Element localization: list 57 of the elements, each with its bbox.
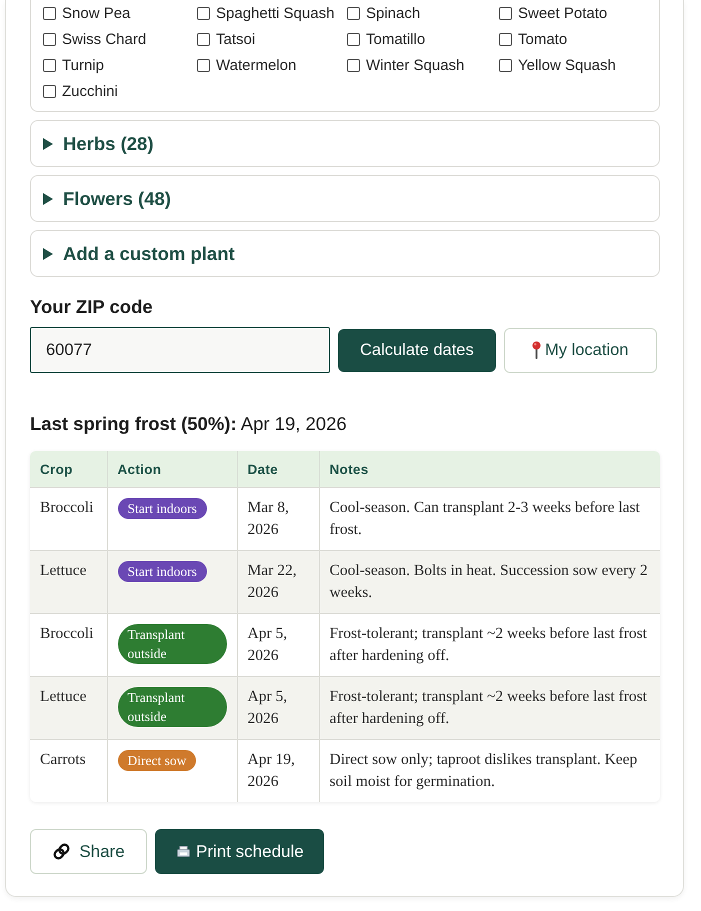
- table-cell: Lettuce: [30, 676, 107, 740]
- checkbox[interactable]: [499, 32, 512, 46]
- checkbox-label: Spaghetti Squash: [216, 4, 334, 22]
- checkbox[interactable]: [347, 6, 360, 20]
- chain-link-icon: [52, 842, 72, 861]
- checkbox-label: Spinach: [366, 4, 420, 22]
- checkbox[interactable]: [197, 58, 210, 72]
- action-badge: Start indoors: [118, 498, 207, 519]
- checkbox[interactable]: [499, 58, 512, 72]
- checkbox[interactable]: [43, 32, 56, 46]
- checkbox-label: Yellow Squash: [518, 56, 616, 74]
- checkbox-label: Zucchini: [62, 82, 118, 100]
- zip-label: Your ZIP code: [30, 296, 154, 318]
- checkbox-label: Tomato: [518, 30, 568, 48]
- checkbox-label: Turnip: [62, 56, 104, 74]
- column-header: Action: [107, 451, 237, 488]
- table-cell: Lettuce: [30, 550, 107, 614]
- table-cell: Frost-tolerant; transplant ~2 weeks before last frost after hardening off.: [319, 676, 660, 740]
- frost-date-text: Last spring frost (50%): Apr 19, 2026: [30, 413, 348, 435]
- zip-input-field[interactable]: 60077: [30, 327, 330, 373]
- share-button[interactable]: Share: [30, 829, 147, 874]
- table-cell: Apr 5, 2026: [237, 676, 319, 740]
- printer-icon: [177, 846, 190, 857]
- checkbox[interactable]: [43, 84, 56, 98]
- my-location-button[interactable]: My location: [504, 328, 657, 372]
- table-cell: Carrots: [30, 740, 107, 802]
- column-header: Date: [237, 451, 319, 488]
- checkbox-label: Winter Squash: [366, 56, 464, 74]
- section-toggle[interactable]: Herbs (28): [30, 120, 660, 167]
- checkbox-label: Tatsoi: [216, 30, 256, 48]
- action-badge: Direct sow: [118, 750, 196, 771]
- column-header: Notes: [319, 451, 660, 488]
- column-header: Crop: [30, 451, 107, 488]
- checkbox[interactable]: [43, 6, 56, 20]
- calculate-dates-button[interactable]: Calculate dates: [338, 328, 496, 372]
- section-toggle[interactable]: Add a custom plant: [30, 230, 660, 277]
- pushpin-icon: [532, 341, 542, 359]
- table-cell: Apr 19, 2026: [237, 740, 319, 802]
- checkbox-label: Tomatillo: [366, 30, 426, 48]
- action-badge: Transplant outside: [118, 624, 226, 664]
- checkbox[interactable]: [43, 58, 56, 72]
- checkbox[interactable]: [347, 32, 360, 46]
- checkbox[interactable]: [347, 58, 360, 72]
- checkbox[interactable]: [499, 6, 512, 20]
- action-badge: Start indoors: [118, 561, 207, 582]
- checkbox-label: Swiss Chard: [62, 30, 146, 48]
- section-toggle[interactable]: Flowers (48): [30, 175, 660, 222]
- checkbox-label: Watermelon: [216, 56, 296, 74]
- action-badge: Transplant outside: [118, 687, 226, 727]
- checkbox-label: Snow Pea: [62, 4, 130, 22]
- checkbox[interactable]: [197, 32, 210, 46]
- table-cell: Direct sow only; taproot dislikes transplant. Keep soil moist for germination.: [319, 740, 660, 802]
- checkbox-label: Sweet Potato: [518, 4, 608, 22]
- table-cell: Mar 22, 2026: [237, 550, 319, 614]
- table-cell: Cool-season. Bolts in heat. Succession sow every 2 weeks.: [319, 550, 660, 614]
- print-schedule-button[interactable]: Print schedule: [155, 829, 324, 874]
- checkbox[interactable]: [197, 6, 210, 20]
